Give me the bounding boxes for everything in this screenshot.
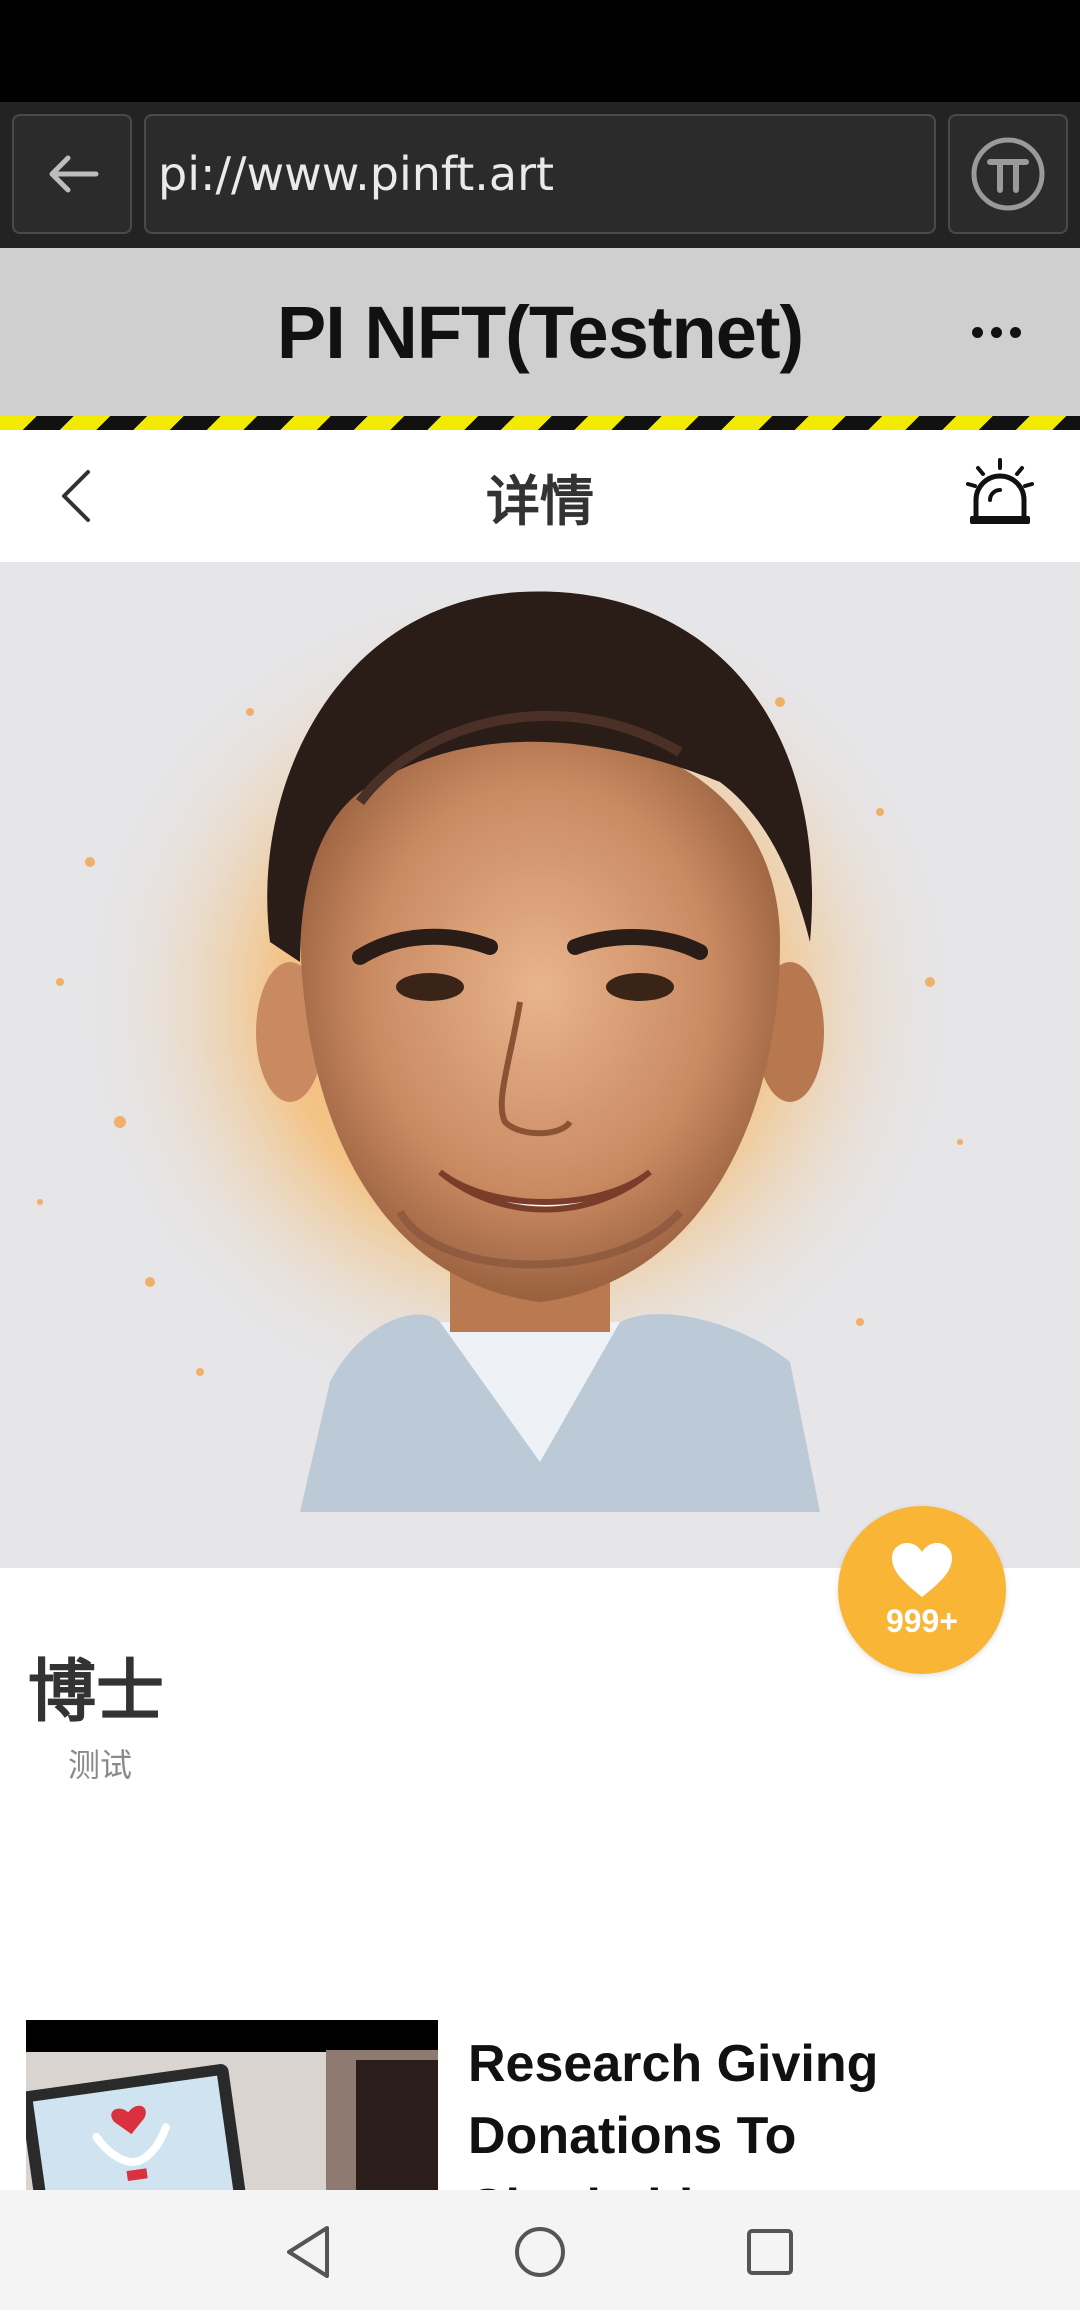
triangle-back-icon[interactable] xyxy=(276,2220,340,2284)
square-recents-icon[interactable] xyxy=(738,2220,802,2284)
pi-logo-icon xyxy=(971,137,1045,211)
url-field[interactable]: pi://www.pinft.art xyxy=(144,114,936,234)
alarm-siren-icon[interactable] xyxy=(960,454,1040,534)
nft-artwork-image xyxy=(0,562,1080,1568)
detail-nav-bar: 详情 xyxy=(0,430,1080,562)
arrow-left-icon xyxy=(49,155,99,193)
article-card[interactable]: Research Giving Donations To Charitable xyxy=(26,2020,1056,2190)
pi-browser-button[interactable] xyxy=(948,114,1068,234)
browser-toolbar: pi://www.pinft.art xyxy=(0,102,1080,248)
browser-back-button[interactable] xyxy=(12,114,132,234)
like-count: 999+ xyxy=(885,1602,959,1639)
page-title: 详情 xyxy=(486,469,594,533)
more-dots-icon[interactable] xyxy=(966,302,1026,362)
url-text: pi://www.pinft.art xyxy=(158,147,555,201)
system-nav-bar xyxy=(0,2190,1080,2310)
status-bar xyxy=(0,0,1080,102)
app-title: PI NFT(Testnet) xyxy=(276,290,804,374)
hazard-stripe-divider xyxy=(0,416,1080,430)
article-title: Research Giving Donations To Charitable xyxy=(468,2035,879,2190)
nft-subtitle: 测试 xyxy=(68,1746,133,1784)
nft-name: 博士 xyxy=(28,1653,165,1732)
circle-home-icon[interactable] xyxy=(508,2220,572,2284)
like-button[interactable]: 999+ xyxy=(838,1506,1006,1674)
app-header: PI NFT(Testnet) xyxy=(0,248,1080,416)
article-thumbnail xyxy=(26,2020,438,2190)
heart-icon xyxy=(892,1542,952,1597)
